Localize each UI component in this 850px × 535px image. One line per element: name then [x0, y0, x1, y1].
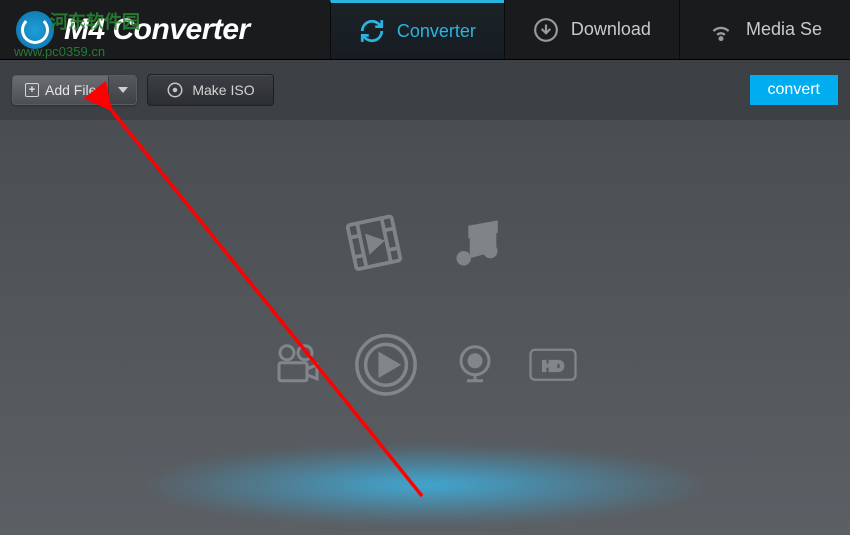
logo-section: M4 Converter 河东软件园 www.pc0359.cn: [0, 0, 266, 59]
play-circle-icon: [351, 329, 421, 404]
make-iso-button[interactable]: Make ISO: [147, 74, 273, 106]
nav-tabs: Converter Download Media Se: [330, 0, 850, 59]
toolbar: + Add File Make ISO convert: [0, 60, 850, 120]
tab-media-label: Media Se: [746, 19, 822, 40]
glow-highlight: [145, 445, 705, 525]
convert-label: convert: [768, 81, 820, 98]
wifi-icon: [708, 17, 734, 43]
plus-icon: +: [25, 83, 39, 97]
content-area: HD: [0, 120, 850, 535]
tab-converter[interactable]: Converter: [330, 0, 504, 59]
make-iso-label: Make ISO: [192, 82, 254, 98]
tab-converter-label: Converter: [397, 21, 476, 42]
add-file-button[interactable]: + Add File: [13, 76, 108, 104]
app-header: M4 Converter 河东软件园 www.pc0359.cn Convert…: [0, 0, 850, 60]
svg-text:HD: HD: [542, 357, 564, 374]
tab-download[interactable]: Download: [504, 0, 679, 59]
convert-button[interactable]: convert: [750, 75, 838, 105]
chevron-down-icon: [118, 87, 128, 93]
watermark-text: 河东软件园: [50, 8, 140, 34]
add-file-group: + Add File: [12, 75, 137, 105]
webcam-icon: [451, 340, 499, 393]
film-icon: [344, 212, 404, 277]
add-file-label: Add File: [45, 82, 96, 98]
download-icon: [533, 17, 559, 43]
music-note-icon: [448, 214, 506, 277]
refresh-icon: [359, 18, 385, 44]
tab-media-server[interactable]: Media Se: [679, 0, 850, 59]
hd-badge-icon: HD: [529, 346, 577, 387]
app-logo-icon: [16, 11, 54, 49]
tab-download-label: Download: [571, 19, 651, 40]
watermark-url: www.pc0359.cn: [14, 44, 105, 59]
placeholder-media-icons: HD: [215, 212, 635, 404]
add-file-dropdown[interactable]: [108, 76, 136, 104]
disc-icon: [166, 81, 184, 99]
camera-reel-icon: [273, 340, 321, 393]
